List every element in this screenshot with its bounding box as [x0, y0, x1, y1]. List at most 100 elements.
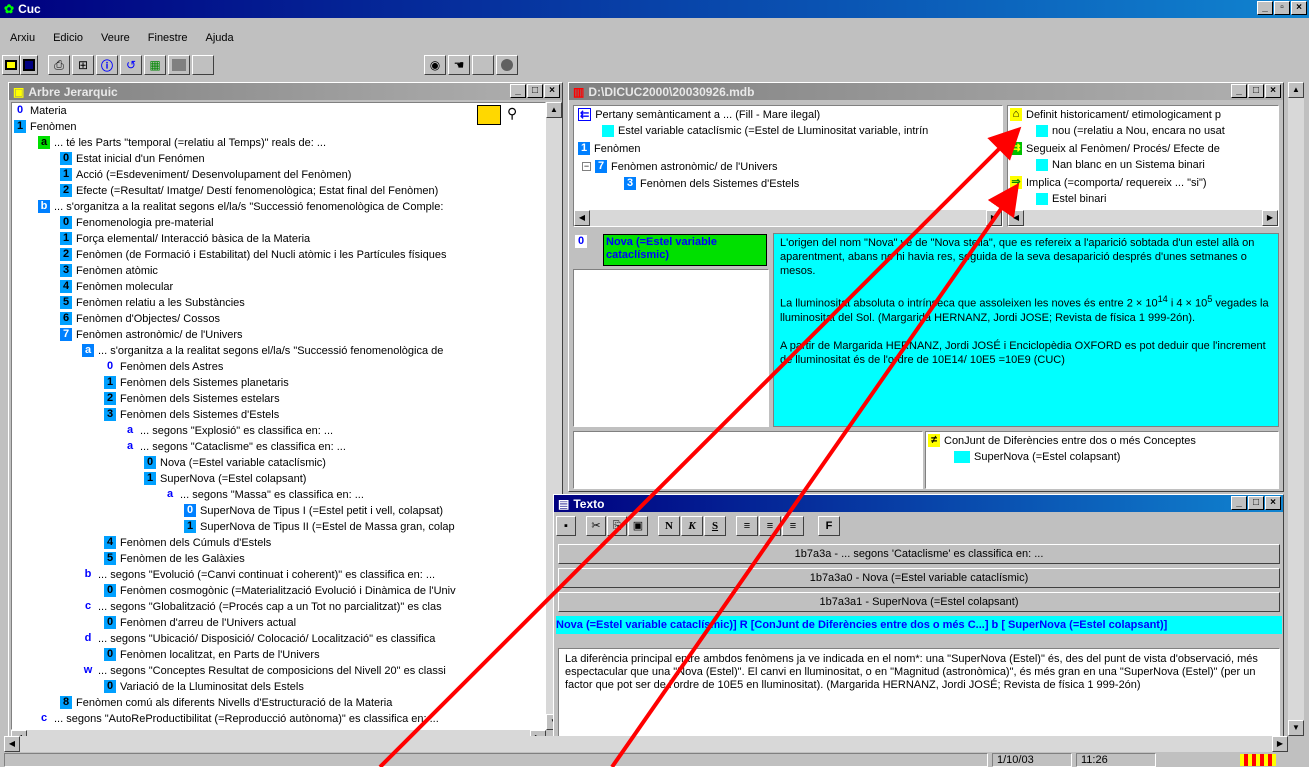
tree-minimize-button[interactable]: _ — [510, 84, 526, 98]
circle-icon[interactable] — [496, 55, 518, 75]
relation-item-row[interactable]: Estel variable cataclísmic (=Estel de Ll… — [602, 125, 928, 137]
relation-tree-row-2[interactable]: − 7 Fenòmen astronòmic/ de l'Univers — [582, 160, 778, 173]
relation-summary-bar[interactable]: Nova (=Estel variable cataclísmic)] R [C… — [556, 616, 1282, 634]
tree-icon[interactable]: ⊞ — [72, 55, 94, 75]
node-button-1b7a3a1[interactable]: 1b7a3a1 - SuperNova (=Estel colapsant) — [558, 592, 1280, 612]
tree-row[interactable]: 0 Estat inicial d'un Fenómen — [60, 151, 205, 166]
bold-button[interactable]: N — [658, 516, 680, 536]
paste-icon[interactable]: ▣ — [628, 516, 648, 536]
relation-box-right[interactable]: ⌂ Definit historicament/ etimologicament… — [1007, 105, 1279, 227]
menu-ajuda[interactable]: Ajuda — [200, 32, 246, 44]
scroll-right-button[interactable]: ▶ — [1262, 210, 1278, 226]
texto-maximize-button[interactable]: □ — [1248, 496, 1264, 510]
main-scroll-left-button[interactable]: ◀ — [4, 736, 20, 752]
scroll-right-button[interactable]: ▶ — [986, 210, 1002, 226]
db-maximize-button[interactable]: □ — [1248, 84, 1264, 98]
minimize-button[interactable]: _ — [1257, 1, 1273, 15]
tree-row[interactable]: 2 Fenòmen (de Formació i Estabilitat) del… — [60, 247, 446, 262]
tree-row[interactable]: 0 SuperNova de Tipus I (=Estel petit i ve… — [184, 503, 443, 518]
tree-row[interactable]: 4 Fenòmen dels Cúmuls d'Estels — [104, 535, 271, 550]
search-icon[interactable]: ⚲ — [507, 105, 543, 125]
tree-row[interactable]: 3 Fenòmen atòmic — [60, 263, 158, 278]
tree-row[interactable]: 2 Fenòmen dels Sistemes estelars — [104, 391, 280, 406]
ruler-icon[interactable] — [477, 105, 501, 125]
differences-box[interactable]: ≠ ConJunt de Diferències entre dos o més… — [925, 431, 1279, 489]
tree-maximize-button[interactable]: □ — [527, 84, 543, 98]
scroll-left-button[interactable]: ◀ — [1008, 210, 1024, 226]
tree-row[interactable]: a ... s'organitza a la realitat segons el… — [82, 343, 443, 358]
eye-icon[interactable]: ◉ — [424, 55, 446, 75]
gray-button-icon[interactable] — [168, 55, 190, 75]
tree-row[interactable]: c ... segons "AutoReProductibilitat (=Rep… — [38, 711, 439, 726]
tree-row[interactable]: 0 Fenomenologia pre-material — [60, 215, 214, 230]
node-button-1b7a3a[interactable]: 1b7a3a - ... segons 'Cataclisme' es clas… — [558, 544, 1280, 564]
italic-button[interactable]: K — [681, 516, 703, 536]
collapse-icon[interactable]: − — [582, 162, 591, 171]
tree-row[interactable]: 0 Materia — [14, 103, 67, 118]
tree-row[interactable]: 3 Fenòmen dels Sistemes d'Estels — [104, 407, 279, 422]
align-left-icon[interactable]: ≡ — [736, 516, 758, 536]
menu-arxiu[interactable]: Arxiu — [4, 32, 47, 44]
window-icon[interactable] — [2, 55, 20, 75]
tree-row[interactable]: c ... segons "Globalització (=Procés cap … — [82, 599, 442, 614]
tree-row[interactable]: 0 Nova (=Estel variable cataclísmic) — [144, 455, 326, 470]
implies-item[interactable]: Estel binari — [1036, 193, 1106, 205]
close-button[interactable]: × — [1291, 1, 1307, 15]
texto-minimize-button[interactable]: _ — [1231, 496, 1247, 510]
tree-row[interactable]: 0 Variació de la Lluminositat dels Estels — [104, 679, 304, 694]
relation-tree-row-3[interactable]: 3 Fenòmen dels Sistemes d'Estels — [624, 177, 799, 190]
tree-row[interactable]: a ... té les Parts "temporal (=relatiu al… — [38, 135, 326, 150]
print-icon[interactable]: ⎙ — [48, 55, 70, 75]
menu-edicio[interactable]: Edicio — [47, 32, 95, 44]
menu-finestre[interactable]: Finestre — [142, 32, 200, 44]
tree-row[interactable]: w ... segons "Conceptes Resultat de compo… — [82, 663, 446, 678]
save-icon[interactable]: ▪ — [556, 516, 576, 536]
save-icon[interactable] — [20, 55, 38, 75]
differences-item-row[interactable]: SuperNova (=Estel colapsant) — [954, 451, 1120, 463]
tree-row[interactable]: a ... segons "Massa" es classifica en: ..… — [164, 487, 364, 502]
relation-tree-row-1[interactable]: 1 Fenòmen — [578, 142, 640, 155]
tree-row[interactable]: 5 Fenòmen relatiu a les Substàncies — [60, 295, 245, 310]
tree-row[interactable]: 2 Efecte (=Resultat/ Imatge/ Destí fenome… — [60, 183, 438, 198]
main-scroll-down-button[interactable]: ▼ — [1288, 720, 1304, 736]
hand-icon[interactable]: ☚ — [448, 55, 470, 75]
tree-row[interactable]: 7 Fenòmen astronòmic/ de l'Univers — [60, 327, 243, 342]
defined-historically-item[interactable]: nou (=relatiu a Nou, encara no usat — [1036, 125, 1225, 137]
tree-row[interactable]: 1 Força elemental/ Interacció bàsica de l… — [60, 231, 310, 246]
tree-row[interactable]: 0 Fenòmen cosmogònic (=Materialització Ev… — [104, 583, 456, 598]
tree-row[interactable]: a ... segons "Explosió" es classifica en:… — [124, 423, 333, 438]
tree-row[interactable]: b ... s'organitza a la realitat segons el… — [38, 199, 443, 214]
tree-row[interactable]: 0 Fenòmen d'arreu de l'Univers actual — [104, 615, 296, 630]
align-right-icon[interactable]: ≡ — [782, 516, 804, 536]
main-scroll-right-button[interactable]: ▶ — [1272, 736, 1288, 752]
tree-row[interactable]: 1 Acció (=Esdeveniment/ Desenvolupament d… — [60, 167, 351, 182]
tree-row[interactable]: 0 Fenòmen dels Astres — [104, 359, 223, 374]
tree-view[interactable]: 0 Materia 1 Fenòmen a ... té les Parts "tempo… — [11, 102, 546, 730]
description-box[interactable]: L'origen del nom "Nova" ve de "Nova stel… — [773, 233, 1279, 427]
follows-item[interactable]: Nan blanc en un Sistema binari — [1036, 159, 1205, 171]
tree-row[interactable]: 1 SuperNova (=Estel colapsant) — [144, 471, 306, 486]
font-button[interactable]: F — [818, 516, 840, 536]
refresh-icon[interactable]: ↺ — [120, 55, 142, 75]
info-icon[interactable]: ⓘ — [96, 55, 118, 75]
db-close-button[interactable]: × — [1265, 84, 1281, 98]
selected-concept-label[interactable]: Nova (=Estel variable cataclísmic) — [603, 234, 767, 266]
tree-row[interactable]: 4 Fenòmen molecular — [60, 279, 173, 294]
tree-row[interactable]: 1 SuperNova de Tipus II (=Estel de Massa … — [184, 519, 455, 534]
relation-right-hscroll[interactable]: ◀ ▶ — [1008, 210, 1278, 226]
tree-row[interactable]: 5 Fenòmen de les Galàxies — [104, 551, 245, 566]
relation-left-hscroll[interactable]: ◀ ▶ — [574, 210, 1002, 226]
scroll-left-button[interactable]: ◀ — [574, 210, 590, 226]
relation-box-left[interactable]: ⇇ Pertany semànticament a ... (Fill - Ma… — [573, 105, 1003, 227]
cut-icon[interactable]: ✂ — [586, 516, 606, 536]
chart-icon[interactable]: ▦ — [144, 55, 166, 75]
tree-row[interactable]: 0 Fenòmen localitzat, en Parts de l'Unive… — [104, 647, 320, 662]
tree-scroll-up-button[interactable]: ▲ — [546, 102, 562, 118]
texto-close-button[interactable]: × — [1265, 496, 1281, 510]
main-scroll-up-button[interactable]: ▲ — [1288, 82, 1304, 98]
tree-row[interactable]: a ... segons "Cataclisme" es classifica e… — [124, 439, 346, 454]
main-vertical-scrollbar[interactable]: ▲ ▼ — [1288, 82, 1304, 736]
copy-icon[interactable]: ⎘ — [607, 516, 627, 536]
maximize-button[interactable]: ▫ — [1274, 1, 1290, 15]
blank-button[interactable] — [192, 55, 214, 75]
